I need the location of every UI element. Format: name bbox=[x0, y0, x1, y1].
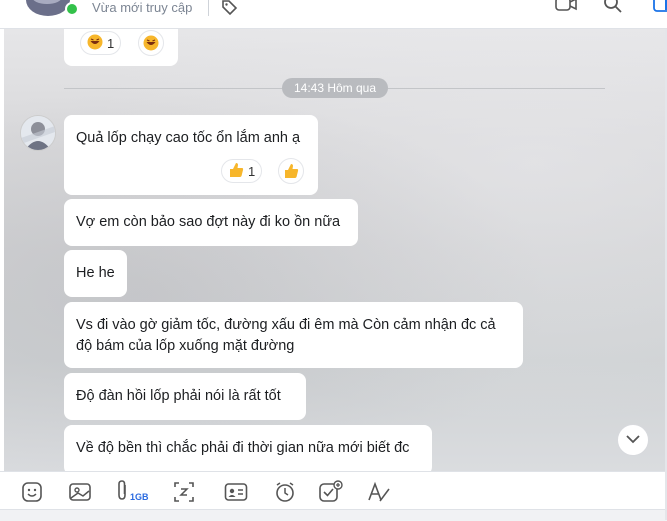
message-text: Độ đàn hồi lốp phải nói là rất tốt bbox=[76, 388, 281, 404]
add-reaction-button[interactable] bbox=[278, 158, 304, 184]
reaction-count: 1 bbox=[248, 163, 256, 179]
add-reaction-button[interactable] bbox=[138, 30, 164, 56]
scroll-to-bottom-button[interactable] bbox=[617, 424, 649, 456]
reaction-chip[interactable]: 1 bbox=[221, 159, 263, 183]
message-bubble[interactable]: Vs đi vào gờ giảm tốc, đường xấu đi êm m… bbox=[64, 302, 523, 368]
message-text-line-2: độ bám của lốp xuống mặt đường bbox=[76, 338, 295, 354]
reaction-chip[interactable]: 1 bbox=[80, 31, 122, 55]
attach-icon bbox=[115, 479, 129, 506]
composer-input-edge bbox=[0, 509, 667, 521]
contact-card-icon[interactable] bbox=[224, 481, 248, 503]
date-separator: 14:43 Hôm qua bbox=[282, 78, 388, 98]
online-status-dot bbox=[65, 2, 79, 16]
message-bubble[interactable]: Quả lốp chạy cao tốc ổn lắm anh ạ 1 bbox=[64, 115, 318, 195]
message-bubble[interactable]: Về độ bền thì chắc phải đi thời gian nữa… bbox=[64, 425, 432, 471]
message-bubble[interactable]: He he bbox=[64, 250, 127, 297]
message-text: Vợ em còn bảo sao đợt này đi ko ồn nữa bbox=[76, 214, 341, 230]
header-divider bbox=[208, 0, 209, 16]
contact-avatar[interactable] bbox=[26, 0, 70, 16]
composer-toolbar: 1GB bbox=[0, 471, 667, 510]
message-text: He he bbox=[76, 265, 115, 281]
thumbs-up-emoji-icon bbox=[228, 162, 244, 181]
message-bubble[interactable]: Vợ em còn bảo sao đợt này đi ko ồn nữa bbox=[64, 199, 358, 246]
chevron-down-icon bbox=[626, 431, 640, 449]
message-text: Về độ bền thì chắc phải đi thời gian nữa… bbox=[76, 440, 410, 456]
tag-icon[interactable] bbox=[220, 0, 238, 21]
sender-avatar[interactable] bbox=[20, 115, 56, 151]
task-icon[interactable] bbox=[318, 480, 344, 503]
last-active-status: Vừa mới truy cập bbox=[92, 0, 193, 15]
chat-header: Vừa mới truy cập bbox=[0, 0, 667, 29]
screenshot-icon[interactable] bbox=[173, 481, 197, 503]
sticker-icon[interactable] bbox=[21, 481, 43, 503]
message-text: Quả lốp chạy cao tốc ổn lắm anh ạ bbox=[76, 130, 301, 146]
reaction-count: 1 bbox=[107, 35, 115, 51]
previous-message-bubble[interactable]: 1 bbox=[64, 29, 178, 66]
format-text-icon[interactable] bbox=[366, 481, 392, 503]
laugh-emoji-icon bbox=[87, 34, 103, 53]
message-bubble[interactable]: Độ đàn hồi lốp phải nói là rất tốt bbox=[64, 373, 306, 420]
message-list[interactable]: 1 14:43 Hôm qua Quả lốp chạy cao tốc ổn … bbox=[4, 29, 667, 471]
reminder-icon[interactable] bbox=[274, 481, 296, 503]
image-icon[interactable] bbox=[68, 481, 92, 503]
message-text-line-1: Vs đi vào gờ giảm tốc, đường xấu đi êm m… bbox=[76, 317, 496, 333]
attachment-limit-label: 1GB bbox=[130, 492, 149, 502]
attach-file-button[interactable]: 1GB bbox=[115, 479, 149, 506]
